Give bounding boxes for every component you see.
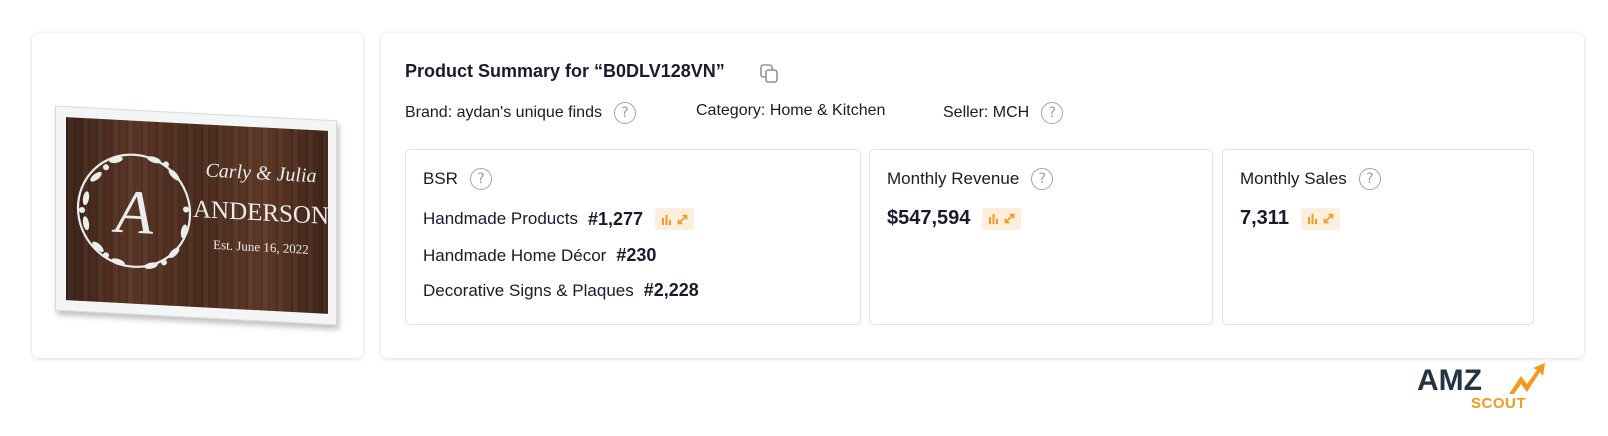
brand-row: Brand: aydan's unique finds ? [405, 102, 636, 124]
product-image-card: A Carly & Julia ANDERSON Est. June 16, 2… [32, 33, 363, 358]
revenue-chart-button[interactable] [982, 207, 1022, 230]
bsr-rank: #1,277 [587, 208, 644, 229]
sign-surname: ANDERSON [193, 196, 329, 230]
sales-value-row: 7,311 [1240, 207, 1340, 230]
logo-amz-text: AMZ [1417, 364, 1482, 397]
sign-date: Est. June 16, 2022 [213, 237, 309, 257]
category-row: Category: Home & Kitchen [696, 102, 885, 120]
product-image: A Carly & Julia ANDERSON Est. June 16, 2… [52, 73, 342, 326]
expand-icon [677, 214, 688, 224]
logo-scout-text: SCOUT [1471, 395, 1526, 412]
bsr-label: BSR [423, 169, 458, 188]
bsr-help-icon[interactable]: ? [469, 168, 492, 190]
bsr-category: Handmade Products [423, 209, 578, 228]
bar-chart-icon [989, 214, 999, 224]
monthly-revenue-box: Monthly Revenue ? $547,594 [869, 149, 1213, 325]
expand-icon [1323, 213, 1334, 224]
bsr-item: Handmade Products #1,277 [423, 208, 695, 230]
monthly-sales-box: Monthly Sales ? 7,311 [1222, 149, 1534, 325]
bar-chart-icon [662, 214, 672, 225]
bsr-header: BSR ? [423, 168, 492, 190]
copy-icon[interactable] [758, 63, 780, 85]
revenue-value: $547,594 [887, 207, 971, 229]
bsr-category: Decorative Signs & Plaques [423, 280, 634, 300]
bar-chart-icon [1307, 214, 1317, 224]
bsr-rank: #2,228 [643, 280, 699, 300]
sign-name: Carly & Julia [205, 160, 316, 188]
revenue-value-row: $547,594 [887, 207, 1022, 230]
amzscout-logo: AMZ SCOUT [1417, 362, 1549, 418]
revenue-label: Monthly Revenue [887, 169, 1020, 188]
logo-arrow-icon [1509, 363, 1545, 394]
bsr-box: BSR ? Handmade Products #1,277 Handmade … [405, 149, 861, 325]
sales-header: Monthly Sales ? [1240, 168, 1381, 190]
sign-initial: A [111, 178, 154, 248]
wooden-sign: A Carly & Julia ANDERSON Est. June 16, 2… [55, 105, 337, 326]
bsr-chart-button[interactable] [655, 208, 695, 230]
bsr-item: Decorative Signs & Plaques #2,228 [423, 280, 699, 301]
category-text: Category: Home & Kitchen [696, 102, 886, 119]
bsr-rank: #230 [616, 245, 657, 265]
seller-text: Seller: MCH [943, 104, 1030, 121]
brand-text: Brand: aydan's unique finds [405, 104, 602, 121]
seller-help-icon[interactable]: ? [1041, 102, 1064, 124]
sales-help-icon[interactable]: ? [1358, 168, 1381, 190]
expand-icon [1005, 213, 1015, 224]
sales-value: 7,311 [1240, 207, 1289, 229]
revenue-header: Monthly Revenue ? [887, 168, 1054, 190]
sales-label: Monthly Sales [1240, 169, 1347, 188]
bsr-item: Handmade Home Décor #230 [423, 245, 656, 266]
sign-artwork: A Carly & Julia ANDERSON Est. June 16, 2… [76, 153, 329, 269]
seller-row: Seller: MCH ? [943, 102, 1064, 124]
summary-title: Product Summary for “B0DLV128VN” [405, 61, 725, 81]
brand-help-icon[interactable]: ? [613, 102, 636, 124]
revenue-help-icon[interactable]: ? [1031, 168, 1054, 190]
product-summary-card: Product Summary for “B0DLV128VN” Brand: … [381, 33, 1584, 358]
bsr-category: Handmade Home Décor [423, 245, 607, 265]
sales-chart-button[interactable] [1300, 207, 1340, 230]
